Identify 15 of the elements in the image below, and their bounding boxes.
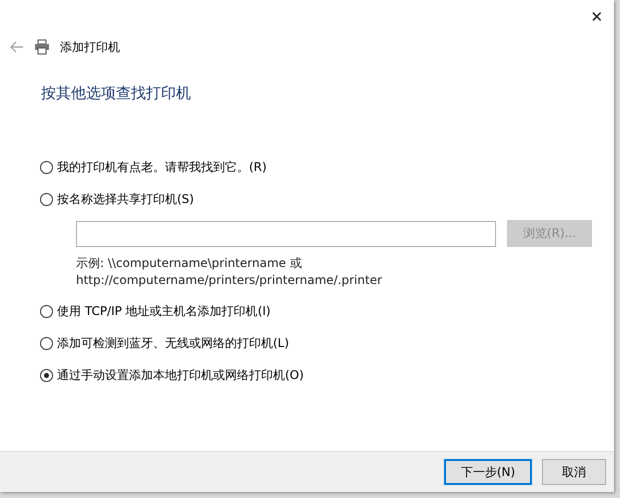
example-text: http://computername/printers/printername/.printer: [76, 272, 384, 289]
page-heading: 按其他选项查找打印机: [41, 84, 192, 103]
close-button[interactable]: ✕: [580, 0, 614, 34]
window-title: 添加打印机: [60, 38, 120, 56]
radio-option[interactable]: 我的打印机有点老。请帮我找到它。(R): [40, 157, 614, 177]
next-button[interactable]: 下一步(N): [444, 459, 532, 485]
radio-option[interactable]: 添加可检测到蓝牙、无线或网络的打印机(L): [40, 333, 614, 353]
radio-option[interactable]: 使用 TCP/IP 地址或主机名添加打印机(I): [40, 301, 614, 321]
radio-option[interactable]: 按名称选择共享打印机(S): [40, 189, 614, 209]
back-arrow-icon[interactable]: [10, 41, 24, 53]
radio-option[interactable]: 通过手动设置添加本地打印机或网络打印机(O): [40, 365, 614, 385]
cancel-button[interactable]: 取消: [542, 459, 606, 485]
printer-icon: [34, 39, 50, 55]
printer-name-field[interactable]: [76, 220, 496, 246]
example-text: 示例: \\computername\printername 或: [76, 255, 303, 272]
